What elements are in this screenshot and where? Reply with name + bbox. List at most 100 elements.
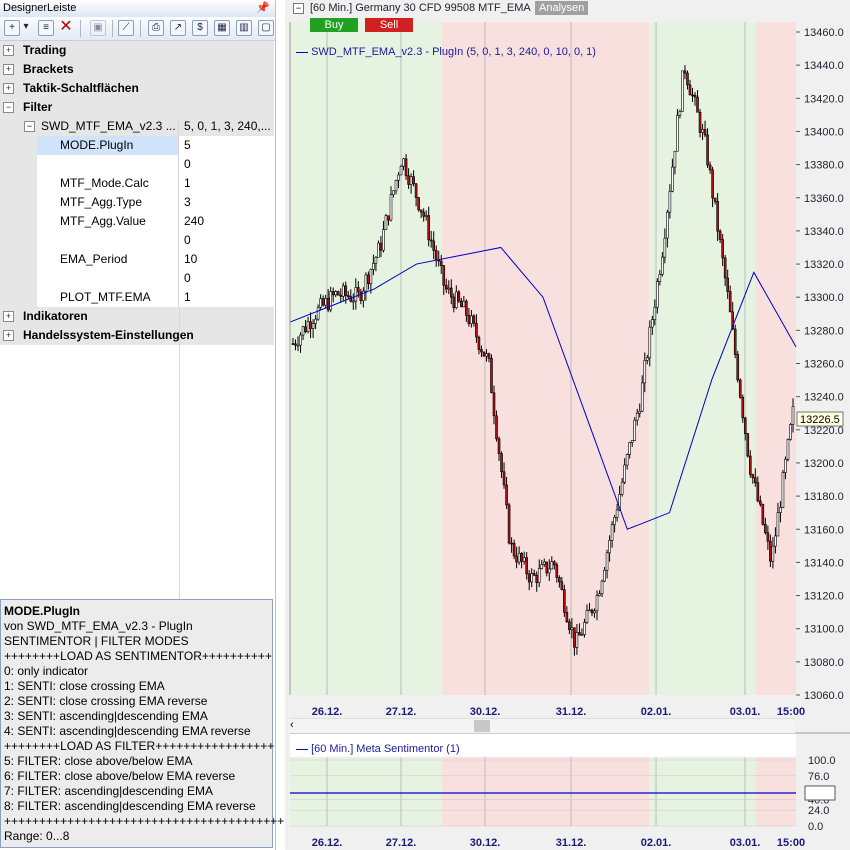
property-name [37, 269, 179, 288]
property-value[interactable]: 0 [180, 269, 274, 288]
section-handelssystem[interactable]: + Handelssystem-Einstellungen [0, 326, 274, 346]
y-tick-label: 13300.0 [804, 292, 844, 304]
help-line: 2: SENTI: close crossing EMA reverse [4, 694, 208, 708]
y-tick-label: 13140.0 [804, 557, 844, 569]
candle-body [784, 458, 787, 473]
pin-icon[interactable]: 📌 [256, 1, 270, 14]
indicator-icon[interactable]: ⟋ [118, 20, 134, 36]
signal-icon[interactable]: ↗ [170, 20, 186, 36]
y-tick-label: 13400.0 [804, 126, 844, 138]
candle-body [487, 353, 491, 359]
chart-icon[interactable]: ▥ [236, 20, 252, 36]
property-row[interactable]: MTF_Agg.Value 240 [0, 212, 274, 232]
collapse-icon[interactable]: − [293, 3, 304, 14]
candle-body [301, 326, 305, 336]
horizontal-scrollbar[interactable]: ‹ [290, 718, 795, 733]
sell-button[interactable]: Sell [365, 18, 413, 32]
y-tick-label: 13060.0 [804, 690, 844, 702]
property-value[interactable]: 5 [180, 136, 274, 155]
candle-body [600, 580, 604, 595]
candle-body [668, 190, 672, 213]
section-trading[interactable]: + Trading [0, 41, 274, 61]
section-brackets[interactable]: + Brackets [0, 60, 274, 80]
section-filter[interactable]: − Filter [0, 98, 274, 118]
help-line: 8: FILTER: ascending|descending EMA reve… [4, 799, 256, 813]
property-value[interactable]: 0 [180, 231, 274, 250]
candle-body [573, 627, 576, 648]
property-name: MTF_Mode.Calc [37, 174, 179, 193]
grid-icon[interactable]: ▦ [214, 20, 230, 36]
candle-body [550, 561, 554, 570]
candle-body [590, 609, 594, 614]
list-icon[interactable]: ≡ [38, 20, 54, 36]
candle-body [595, 595, 599, 612]
candle-body [542, 561, 546, 565]
property-row[interactable]: MODE.PlugIn 5 [0, 136, 274, 156]
property-row[interactable]: 0 [0, 269, 274, 289]
property-value[interactable]: 3 [180, 193, 274, 212]
property-row[interactable]: EMA_Period 10 [0, 250, 274, 270]
candle-body [658, 274, 662, 282]
candle-body [382, 229, 385, 251]
dropdown-arrow-icon[interactable]: ▾ [22, 20, 30, 36]
section-taktik[interactable]: + Taktik-Schaltflächen [0, 79, 274, 99]
print-icon[interactable]: ⎙ [148, 20, 164, 36]
candle-body [291, 343, 295, 345]
candle-body [643, 360, 647, 384]
buy-button[interactable]: Buy [310, 18, 358, 32]
candle-body [412, 176, 415, 185]
property-row[interactable]: 0 [0, 231, 274, 251]
candle-body [640, 382, 644, 412]
candle-body [666, 211, 669, 239]
scroll-thumb[interactable] [474, 720, 490, 732]
expand-icon[interactable]: + [3, 83, 14, 94]
sub-value-tag [804, 785, 836, 801]
y-tick-label: 13120.0 [804, 591, 844, 603]
collapse-icon[interactable]: − [3, 102, 14, 113]
sub-zone-sell [755, 757, 796, 826]
add-icon[interactable]: + [4, 20, 20, 36]
save-icon[interactable]: ▣ [90, 20, 106, 36]
candle-body [404, 158, 408, 177]
candle-body [565, 612, 569, 623]
expand-icon[interactable]: + [3, 64, 14, 75]
property-row[interactable]: PLOT_MTF.EMA 1 [0, 288, 274, 308]
property-row[interactable]: MTF_Mode.Calc 1 [0, 174, 274, 194]
candle-body [344, 285, 348, 296]
candle-body [738, 379, 742, 398]
candle-body [598, 593, 601, 596]
candle-body [540, 564, 544, 569]
expand-icon[interactable]: + [3, 330, 14, 341]
filter-item-row[interactable]: − SWD_MTF_EMA_v2.3 ... 5, 0, 1, 3, 240,.… [0, 117, 274, 137]
candle-body [585, 610, 589, 623]
y-tick-label: 13240.0 [804, 392, 844, 404]
candle-body [593, 610, 596, 614]
section-indikatoren[interactable]: + Indikatoren [0, 307, 274, 327]
scroll-left-icon[interactable]: ‹ [290, 719, 294, 731]
window-icon[interactable]: ▢ [258, 20, 274, 36]
property-value[interactable]: 0 [180, 155, 274, 174]
candle-body [527, 573, 531, 583]
property-value[interactable]: 1 [180, 174, 274, 193]
collapse-icon[interactable]: − [24, 121, 35, 132]
candle-body [555, 564, 559, 578]
candle-body [698, 111, 702, 133]
candle-body [444, 284, 448, 290]
candle-body [397, 174, 400, 181]
sub-zone-sell [441, 757, 650, 826]
candle-body [394, 180, 398, 192]
expand-icon[interactable]: + [3, 45, 14, 56]
property-value[interactable]: 1 [180, 288, 274, 307]
zone-buy [290, 22, 442, 695]
property-value[interactable]: 10 [180, 250, 274, 269]
analysen-button[interactable]: Analysen [535, 1, 589, 15]
candle-body [746, 433, 750, 457]
property-row[interactable]: MTF_Agg.Type 3 [0, 193, 274, 213]
y-tick-label: 13460.0 [804, 27, 844, 39]
candle-body [628, 442, 631, 455]
money-icon[interactable]: $ [192, 20, 208, 36]
property-row[interactable]: 0 [0, 155, 274, 175]
delete-icon[interactable]: ✕ [58, 19, 74, 36]
expand-icon[interactable]: + [3, 311, 14, 322]
property-value[interactable]: 240 [180, 212, 274, 231]
